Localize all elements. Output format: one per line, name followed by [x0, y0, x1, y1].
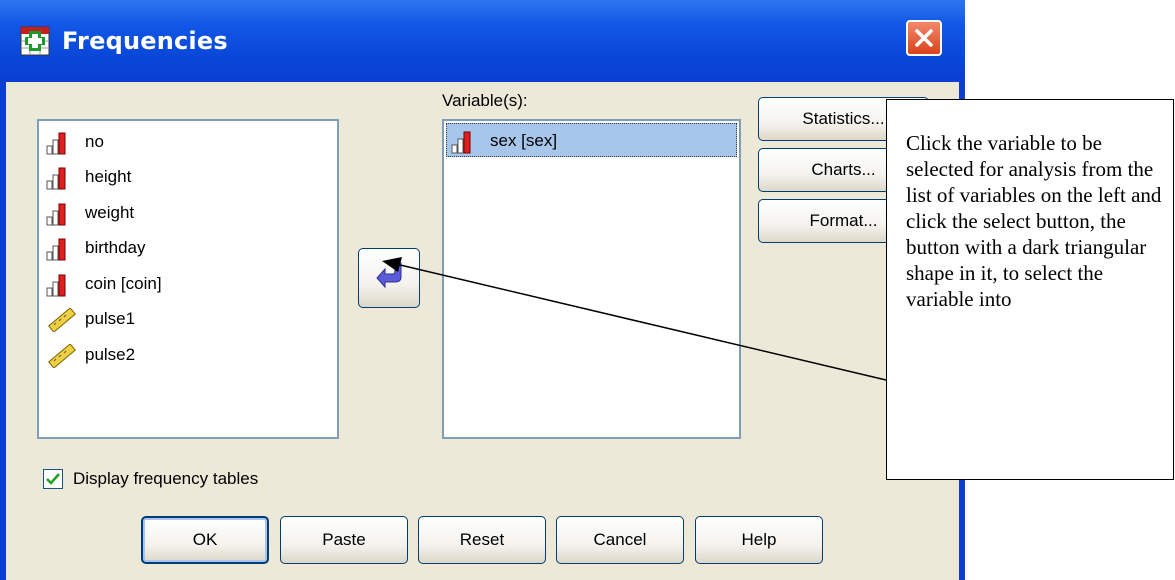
arrow-line: [395, 263, 887, 381]
arrow-head: [382, 257, 402, 272]
callout-arrow: [382, 257, 887, 381]
